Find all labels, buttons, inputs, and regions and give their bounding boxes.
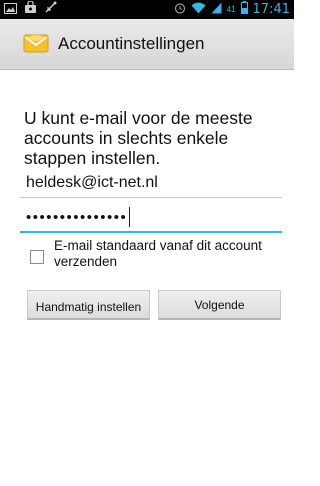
next-label: Volgende <box>194 297 245 312</box>
usb-icon <box>44 1 57 19</box>
manual-setup-label: Handmatig instellen <box>35 300 142 314</box>
email-app-icon <box>22 30 50 58</box>
battery-icon <box>240 0 248 19</box>
email-value: heldesk@ict-net.nl <box>26 173 158 191</box>
status-bar: 41 17:41 <box>0 0 294 19</box>
status-time: 17:41 <box>252 2 290 17</box>
manual-setup-button[interactable]: Handmatig instellen <box>27 290 150 320</box>
signal-icon <box>211 1 222 19</box>
page-title: Accountinstellingen <box>58 34 205 53</box>
password-field[interactable]: ••••••••••••••• <box>20 203 282 233</box>
intro-text: U kunt e-mail voor de meeste accounts in… <box>24 108 253 168</box>
next-button[interactable]: Volgende <box>158 290 281 320</box>
default-account-row[interactable]: E-mail standaard vanaf dit account verze… <box>30 238 284 270</box>
action-bar: Accountinstellingen <box>0 19 294 70</box>
intro-section: U kunt e-mail voor de meeste accounts in… <box>24 108 286 168</box>
text-cursor <box>129 207 131 227</box>
gallery-icon <box>4 1 17 19</box>
battery-percentage: 41 <box>226 5 236 14</box>
alarm-icon <box>174 1 186 19</box>
email-field[interactable]: heldesk@ict-net.nl <box>20 168 282 198</box>
default-account-checkbox[interactable] <box>30 250 44 264</box>
bag-icon <box>24 0 37 19</box>
password-value: ••••••••••••••• <box>26 208 128 226</box>
default-account-label: E-mail standaard vanaf dit account verze… <box>54 238 262 269</box>
wifi-icon <box>191 1 206 19</box>
